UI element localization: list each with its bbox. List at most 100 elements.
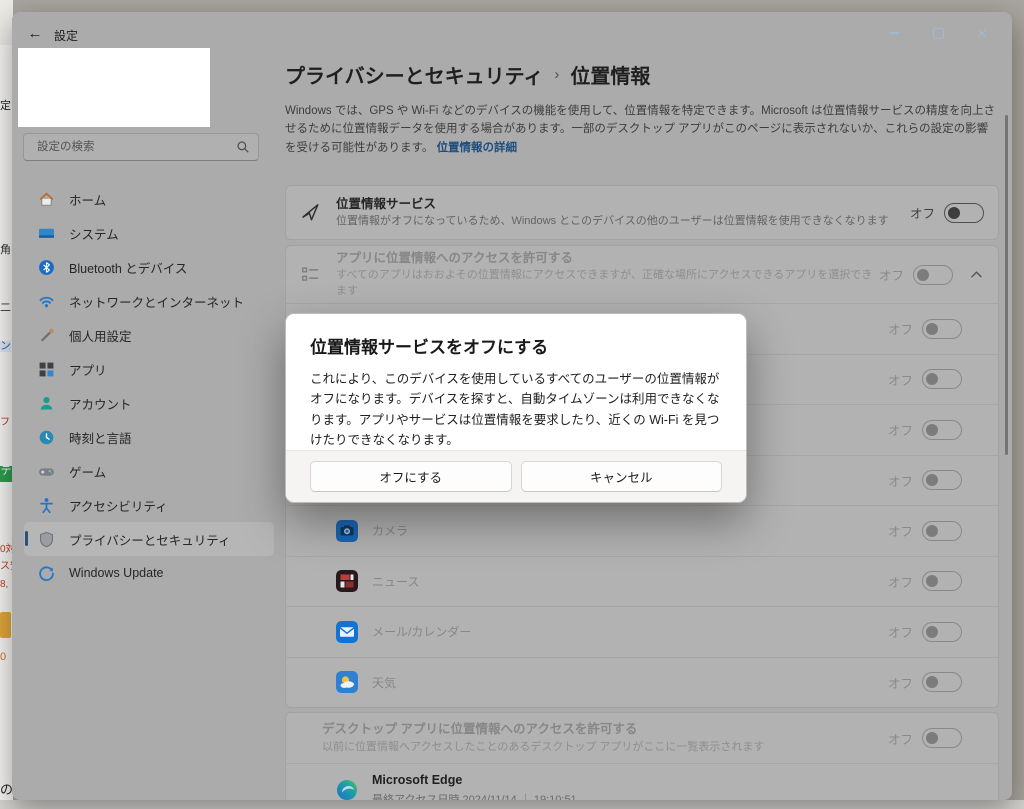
edge-history-row: Microsoft Edge 最終アクセス日時 2024/11/14 ｜ 19:… bbox=[286, 763, 998, 800]
row-text: アプリに位置情報へのアクセスを許可する すべてのアプリはおおよその位置情報にアク… bbox=[336, 250, 879, 299]
bg-fragment: 8, bbox=[0, 579, 9, 590]
sidebar-item-accounts[interactable]: アカウント bbox=[24, 386, 274, 420]
toggle-state-label: オフ bbox=[887, 424, 913, 439]
toggle-state-label: オフ bbox=[887, 626, 913, 641]
app-access-toggle[interactable] bbox=[913, 264, 953, 285]
row-controls: オフ bbox=[887, 318, 962, 339]
bg-fragment: 定 bbox=[0, 100, 11, 112]
app-toggle[interactable] bbox=[922, 470, 962, 491]
sidebar-item-bluetooth[interactable]: Bluetooth とデバイス bbox=[24, 250, 274, 284]
bg-fragment: 0 bbox=[0, 651, 7, 663]
row-title: 位置情報サービス bbox=[336, 196, 437, 211]
row-text: Microsoft Edge 最終アクセス日時 2024/11/14 ｜ 19:… bbox=[372, 772, 577, 800]
mail-toggle[interactable] bbox=[922, 621, 962, 642]
chevron-up-icon[interactable] bbox=[968, 268, 984, 282]
window-title: 設定 bbox=[54, 29, 79, 43]
sidebar-item-privacy-security[interactable]: プライバシーとセキュリティ bbox=[24, 522, 274, 556]
row-title: デスクトップ アプリに位置情報へのアクセスを許可する bbox=[322, 722, 638, 737]
camera-app-icon bbox=[336, 519, 358, 542]
row-subtitle: 位置情報がオフになっているため、Windows とこのデバイスの他のユーザーは位… bbox=[336, 215, 889, 228]
app-list-icon bbox=[300, 265, 320, 284]
toggle-state-label: オフ bbox=[887, 474, 913, 489]
window-controls: ✕ bbox=[872, 20, 1004, 46]
row-subtitle: 以前に位置情報へアクセスしたことのあるデスクトップ アプリがここに一覧表示されま… bbox=[322, 740, 765, 753]
sidebar-item-label: アカウント bbox=[69, 397, 132, 412]
dialog-text: これにより、このデバイスを使用しているすべてのユーザーの位置情報がオフになります… bbox=[310, 372, 720, 447]
bluetooth-icon bbox=[37, 258, 55, 276]
row-controls: オフ bbox=[910, 202, 984, 223]
edge-title: Microsoft Edge bbox=[372, 773, 463, 788]
turn-off-button[interactable]: オフにする bbox=[310, 461, 512, 492]
news-toggle[interactable] bbox=[922, 571, 962, 592]
location-arrow-icon bbox=[300, 203, 320, 222]
sidebar-item-time-language[interactable]: 時刻と言語 bbox=[24, 420, 274, 454]
sidebar-item-gaming[interactable]: ゲーム bbox=[24, 454, 274, 488]
row-controls: オフ bbox=[887, 369, 962, 390]
toggle-state-label: オフ bbox=[887, 575, 913, 590]
sidebar-item-label: 個人用設定 bbox=[69, 329, 132, 344]
sidebar-item-accessibility[interactable]: アクセシビリティ bbox=[24, 488, 274, 522]
paintbrush-icon bbox=[37, 326, 55, 344]
cancel-button[interactable]: キャンセル bbox=[520, 461, 722, 492]
location-info-link[interactable]: 位置情報の詳細 bbox=[437, 142, 518, 154]
camera-toggle[interactable] bbox=[922, 520, 962, 541]
shield-icon bbox=[37, 530, 55, 548]
person-icon bbox=[37, 394, 55, 412]
sidebar-item-apps[interactable]: アプリ bbox=[24, 352, 274, 386]
desktop-apps-header-row: デスクトップ アプリに位置情報へのアクセスを許可する 以前に位置情報へアクセスし… bbox=[286, 713, 998, 763]
toggle-state-label: オフ bbox=[887, 676, 913, 691]
search-input[interactable] bbox=[35, 140, 236, 154]
sidebar-item-label: ネットワークとインターネット bbox=[69, 295, 245, 310]
location-service-row: 位置情報サービス 位置情報がオフになっているため、Windows とこのデバイス… bbox=[286, 186, 998, 239]
back-button[interactable]: ← bbox=[24, 24, 46, 44]
app-permission-row-camera: カメラ オフ bbox=[286, 505, 998, 556]
bg-fragment: ン bbox=[0, 340, 11, 352]
sidebar-item-label: アクセシビリティ bbox=[69, 499, 168, 514]
system-icon bbox=[37, 224, 55, 242]
close-button[interactable]: ✕ bbox=[960, 20, 1004, 46]
sidebar-item-network[interactable]: ネットワークとインターネット bbox=[24, 284, 274, 318]
toggle-state-label: オフ bbox=[887, 323, 913, 338]
sidebar-nav: ホーム システム Bluetooth とデバイス ネットワークとインターネット … bbox=[24, 182, 274, 590]
row-title: アプリに位置情報へのアクセスを許可する bbox=[336, 250, 573, 265]
toggle-state-label: オフ bbox=[887, 525, 913, 540]
app-label: カメラ bbox=[372, 524, 409, 539]
description-text: Windows では、GPS や Wi-Fi などのデバイスの機能を使用して、位… bbox=[285, 105, 995, 154]
accessibility-person-icon bbox=[37, 496, 55, 514]
row-text: 位置情報サービス 位置情報がオフになっているため、Windows とこのデバイス… bbox=[336, 196, 889, 230]
app-access-header-row[interactable]: アプリに位置情報へのアクセスを許可する すべてのアプリはおおよその位置情報にアク… bbox=[286, 246, 998, 303]
gamepad-icon bbox=[37, 462, 55, 480]
app-toggle[interactable] bbox=[922, 419, 962, 440]
sidebar-item-windows-update[interactable]: Windows Update bbox=[24, 556, 274, 590]
mail-calendar-app-icon bbox=[336, 620, 358, 643]
minimize-button[interactable] bbox=[872, 20, 916, 46]
toggle-state-label: オフ bbox=[887, 373, 913, 388]
weather-toggle[interactable] bbox=[922, 672, 962, 693]
sidebar-item-home[interactable]: ホーム bbox=[24, 182, 274, 216]
dialog-footer: オフにする キャンセル bbox=[286, 450, 746, 502]
news-app-icon bbox=[336, 570, 358, 593]
bg-fragment: 角 bbox=[0, 244, 11, 256]
row-subtitle: すべてのアプリはおおよその位置情報にアクセスできますが、正確な場所にアクセスでき… bbox=[336, 269, 873, 297]
sidebar-item-personalization[interactable]: 個人用設定 bbox=[24, 318, 274, 352]
vertical-scrollbar[interactable] bbox=[1005, 115, 1008, 455]
breadcrumb-separator-icon: › bbox=[554, 66, 560, 83]
maximize-button[interactable] bbox=[916, 20, 960, 46]
app-toggle[interactable] bbox=[922, 369, 962, 390]
background-window-bottom-band bbox=[0, 800, 1024, 809]
page-title: 位置情報 bbox=[570, 66, 651, 88]
row-controls: オフ bbox=[887, 419, 962, 440]
sidebar-item-label: Bluetooth とデバイス bbox=[69, 261, 188, 276]
maximize-icon bbox=[932, 27, 944, 39]
sidebar-item-system[interactable]: システム bbox=[24, 216, 274, 250]
weather-app-icon bbox=[336, 671, 358, 694]
desktop-apps-toggle[interactable] bbox=[922, 728, 962, 748]
breadcrumb-parent[interactable]: プライバシーとセキュリティ bbox=[285, 60, 543, 89]
sidebar-item-label: アプリ bbox=[69, 363, 107, 378]
app-label: ニュース bbox=[372, 574, 420, 589]
row-controls: オフ bbox=[888, 728, 962, 748]
location-service-toggle[interactable] bbox=[944, 202, 984, 223]
network-wifi-icon bbox=[37, 292, 55, 310]
minimize-icon bbox=[889, 32, 899, 34]
app-toggle[interactable] bbox=[922, 318, 962, 339]
